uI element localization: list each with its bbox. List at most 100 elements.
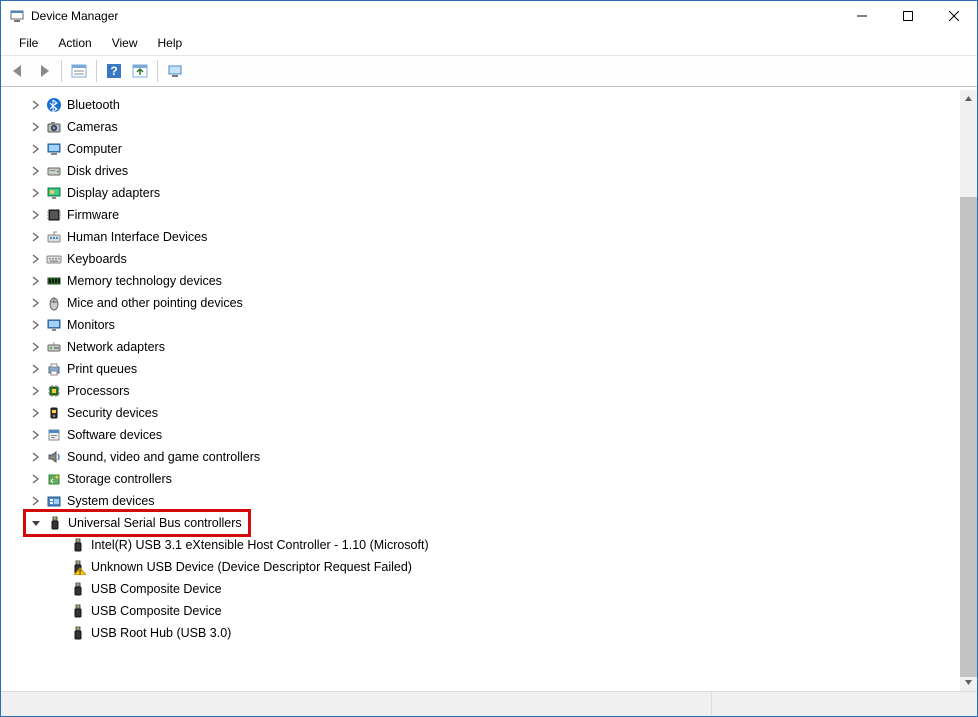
chevron-right-icon[interactable] (27, 361, 43, 377)
scroll-up-button[interactable] (960, 90, 977, 107)
chevron-right-icon[interactable] (27, 141, 43, 157)
display-icon (45, 184, 63, 202)
category-label: Display adapters (67, 186, 160, 200)
tree-category[interactable]: Storage controllers (5, 468, 977, 490)
scan-button[interactable] (128, 59, 152, 83)
device-label: USB Composite Device (91, 582, 222, 596)
toolbar: ? (1, 55, 977, 87)
menu-help[interactable]: Help (150, 34, 191, 52)
chevron-right-icon[interactable] (27, 317, 43, 333)
chevron-right-icon[interactable] (27, 251, 43, 267)
device-label: Intel(R) USB 3.1 eXtensible Host Control… (91, 538, 429, 552)
category-label: Mice and other pointing devices (67, 296, 243, 310)
system-icon (45, 492, 63, 510)
usb-icon: ! (69, 558, 87, 576)
chevron-right-icon[interactable] (27, 405, 43, 421)
tree-category[interactable]: Bluetooth (5, 94, 977, 116)
toolbar-separator (96, 60, 97, 82)
security-icon (45, 404, 63, 422)
chevron-right-icon[interactable] (27, 471, 43, 487)
hid-icon (45, 228, 63, 246)
chevron-right-icon[interactable] (27, 119, 43, 135)
tree-category[interactable]: Firmware (5, 204, 977, 226)
statusbar (1, 691, 977, 716)
device-label: Unknown USB Device (Device Descriptor Re… (91, 560, 412, 574)
forward-button[interactable] (32, 59, 56, 83)
tree-item[interactable]: Intel(R) USB 3.1 eXtensible Host Control… (5, 534, 977, 556)
tree-category[interactable]: Sound, video and game controllers (5, 446, 977, 468)
menu-action[interactable]: Action (50, 34, 99, 52)
category-label: Cameras (67, 120, 118, 134)
category-label: Network adapters (67, 340, 165, 354)
chevron-right-icon[interactable] (27, 207, 43, 223)
category-label: Software devices (67, 428, 162, 442)
chevron-right-icon[interactable] (27, 339, 43, 355)
tree-category[interactable]: Disk drives (5, 160, 977, 182)
maximize-button[interactable] (885, 1, 931, 31)
camera-icon (45, 118, 63, 136)
tree-category[interactable]: Processors (5, 380, 977, 402)
category-label: Memory technology devices (67, 274, 222, 288)
chevron-right-icon[interactable] (27, 449, 43, 465)
mouse-icon (45, 294, 63, 312)
tree-category[interactable]: Human Interface Devices (5, 226, 977, 248)
tree-category[interactable]: Software devices (5, 424, 977, 446)
tree-category[interactable]: Universal Serial Bus controllers (5, 512, 977, 534)
chevron-right-icon[interactable] (27, 229, 43, 245)
category-label: System devices (67, 494, 155, 508)
tree-category[interactable]: Print queues (5, 358, 977, 380)
window-title: Device Manager (31, 9, 118, 23)
network-icon (45, 338, 63, 356)
properties-button[interactable] (163, 59, 187, 83)
tree-category[interactable]: Memory technology devices (5, 270, 977, 292)
chevron-down-icon[interactable] (28, 515, 44, 531)
menu-file[interactable]: File (11, 34, 46, 52)
tree-category[interactable]: Keyboards (5, 248, 977, 270)
help-button[interactable]: ? (102, 59, 126, 83)
chevron-right-icon[interactable] (27, 97, 43, 113)
chevron-right-icon[interactable] (27, 185, 43, 201)
chevron-right-icon[interactable] (27, 163, 43, 179)
tree-category[interactable]: Security devices (5, 402, 977, 424)
tree-category[interactable]: Network adapters (5, 336, 977, 358)
close-button[interactable] (931, 1, 977, 31)
chevron-right-icon[interactable] (27, 427, 43, 443)
scroll-track[interactable] (960, 107, 977, 674)
chevron-right-icon[interactable] (27, 383, 43, 399)
usb-icon (69, 536, 87, 554)
disk-icon (45, 162, 63, 180)
minimize-button[interactable] (839, 1, 885, 31)
tree-category[interactable]: Display adapters (5, 182, 977, 204)
device-manager-window: Device Manager File Action View Help ? (0, 0, 978, 717)
tree-category[interactable]: Mice and other pointing devices (5, 292, 977, 314)
category-label: Storage controllers (67, 472, 172, 486)
menu-view[interactable]: View (104, 34, 146, 52)
tree-item[interactable]: USB Composite Device (5, 600, 977, 622)
vertical-scrollbar[interactable] (960, 90, 977, 691)
category-label: Monitors (67, 318, 115, 332)
category-label: Processors (67, 384, 130, 398)
tree-item[interactable]: ! Unknown USB Device (Device Descriptor R… (5, 556, 977, 578)
show-hidden-button[interactable] (67, 59, 91, 83)
usb-icon (69, 580, 87, 598)
usb-icon (46, 514, 64, 532)
back-button[interactable] (6, 59, 30, 83)
tree-category[interactable]: Monitors (5, 314, 977, 336)
device-tree[interactable]: Bluetooth Cameras ComputerDisk drives Displ… (1, 87, 977, 691)
tree-category[interactable]: Cameras (5, 116, 977, 138)
tree-category[interactable]: Computer (5, 138, 977, 160)
firmware-icon (45, 206, 63, 224)
tree-item[interactable]: USB Composite Device (5, 578, 977, 600)
category-label: Bluetooth (67, 98, 120, 112)
usb-icon (69, 624, 87, 642)
svg-text:!: ! (79, 570, 81, 576)
tree-item[interactable]: USB Root Hub (USB 3.0) (5, 622, 977, 644)
chevron-right-icon[interactable] (27, 493, 43, 509)
chevron-right-icon[interactable] (27, 295, 43, 311)
titlebar: Device Manager (1, 1, 977, 31)
chevron-right-icon[interactable] (27, 273, 43, 289)
storage-icon (45, 470, 63, 488)
category-label: Print queues (67, 362, 137, 376)
software-icon (45, 426, 63, 444)
scroll-thumb[interactable] (960, 197, 977, 677)
